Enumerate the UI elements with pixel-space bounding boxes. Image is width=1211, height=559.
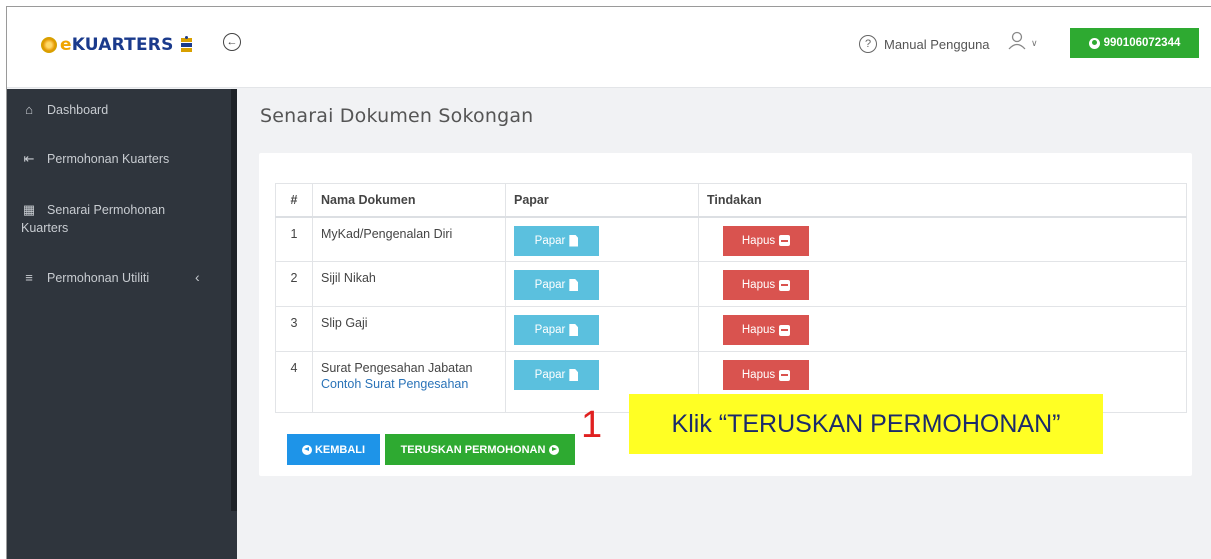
- arrow-left-circle-icon: [301, 444, 312, 455]
- view-label: Papar: [534, 279, 566, 291]
- row-num: 1: [275, 216, 313, 262]
- logo-text: KUARTERS: [71, 35, 174, 55]
- user-id-button[interactable]: 990106072344: [1070, 28, 1199, 58]
- sidebar-item-permohonan-utiliti[interactable]: ≡ Permohonan Utiliti: [21, 269, 221, 287]
- row-doc-name: Sijil Nikah: [312, 261, 506, 307]
- minus-square-icon: [779, 324, 791, 336]
- top-header: eKUARTERS ← ? Manual Pengguna ∨ 99010607…: [7, 7, 1211, 88]
- user-id-label: 990106072344: [1103, 37, 1181, 49]
- delete-label: Hapus: [741, 324, 776, 336]
- sidebar-item-senarai-permohonan[interactable]: ▦ Senarai Permohonan Kuarters: [21, 201, 221, 237]
- sample-letter-link[interactable]: Contoh Surat Pengesahan: [321, 377, 497, 391]
- sidebar-item-permohonan-kuarters[interactable]: ⇤ Permohonan Kuarters: [21, 150, 221, 168]
- file-icon: [569, 234, 579, 247]
- sidebar-item-label: Senarai Permohonan: [47, 203, 166, 217]
- chevron-left-icon: ‹: [195, 269, 200, 285]
- delete-button[interactable]: Hapus: [723, 360, 809, 390]
- help-icon: ?: [859, 35, 877, 53]
- file-icon: [569, 369, 579, 381]
- chevron-down-icon: ∨: [1031, 38, 1038, 48]
- manual-link[interactable]: ? Manual Pengguna: [859, 35, 990, 53]
- step-number: 1: [581, 404, 603, 446]
- user-circle-icon: [1088, 37, 1100, 49]
- view-button[interactable]: Papar: [514, 315, 599, 345]
- header-name: Nama Dokumen: [312, 183, 506, 218]
- table-row: 2 Sijil Nikah Papar Hapus: [275, 261, 1187, 307]
- delete-button[interactable]: Hapus: [723, 270, 809, 300]
- documents-table: # Nama Dokumen Papar Tindakan 1 MyKad/Pe…: [275, 183, 1187, 413]
- view-label: Papar: [534, 324, 566, 336]
- building-icon: ▦: [22, 202, 36, 217]
- sign-in-icon: ⇤: [23, 151, 35, 166]
- minus-square-icon: [779, 235, 791, 246]
- delete-label: Hapus: [741, 234, 776, 247]
- logo-prefix: e: [60, 35, 72, 55]
- view-button[interactable]: Papar: [514, 360, 599, 390]
- delete-label: Hapus: [741, 279, 776, 291]
- file-icon: [569, 279, 579, 291]
- view-button[interactable]: Papar: [514, 270, 599, 300]
- header-action: Tindakan: [698, 183, 1187, 218]
- continue-label: TERUSKAN PERMOHONAN: [400, 443, 546, 456]
- header-num: #: [275, 183, 313, 218]
- row-num: 2: [275, 261, 313, 307]
- table-row: 3 Slip Gaji Papar Hapus: [275, 306, 1187, 352]
- back-label: KEMBALI: [314, 443, 366, 456]
- minus-square-icon: [779, 369, 791, 381]
- arrow-right-circle-icon: [549, 444, 560, 455]
- user-icon: [1008, 31, 1026, 50]
- back-button[interactable]: KEMBALI: [287, 434, 380, 465]
- sidebar-item-label-cont: Kuarters: [21, 221, 69, 235]
- app-logo[interactable]: eKUARTERS: [41, 35, 193, 55]
- view-label: Papar: [534, 369, 566, 381]
- table-row: 1 MyKad/Pengenalan Diri Papar Hapus: [275, 216, 1187, 262]
- row-doc-name-text: Surat Pengesahan Jabatan: [321, 361, 473, 375]
- delete-label: Hapus: [741, 369, 776, 381]
- logo-emblem-icon: [41, 37, 57, 53]
- view-button[interactable]: Papar: [514, 225, 599, 256]
- home-icon: ⌂: [25, 102, 33, 117]
- delete-button[interactable]: Hapus: [723, 315, 809, 345]
- sidebar-toggle-icon[interactable]: ←: [223, 33, 241, 51]
- sidebar-scrollbar[interactable]: [231, 89, 237, 511]
- row-num: 4: [275, 351, 313, 413]
- row-doc-name: MyKad/Pengenalan Diri: [312, 216, 506, 262]
- user-menu[interactable]: ∨: [1007, 31, 1038, 51]
- row-num: 3: [275, 306, 313, 352]
- layers-icon: ≡: [25, 270, 33, 285]
- sidebar-item-label: Dashboard: [47, 103, 109, 117]
- file-icon: [569, 324, 579, 336]
- page-title: Senarai Dokumen Sokongan: [260, 105, 534, 127]
- sidebar-item-label: Permohonan Kuarters: [47, 152, 170, 166]
- header-view: Papar: [505, 183, 699, 218]
- continue-application-button[interactable]: TERUSKAN PERMOHONAN: [385, 434, 575, 465]
- delete-button[interactable]: Hapus: [723, 225, 809, 256]
- app-window: eKUARTERS ← ? Manual Pengguna ∨ 99010607…: [6, 6, 1211, 559]
- row-doc-name: Surat Pengesahan Jabatan Contoh Surat Pe…: [312, 351, 506, 413]
- sidebar-item-dashboard[interactable]: ⌂ Dashboard: [21, 101, 221, 119]
- sidebar: ⌂ Dashboard ⇤ Permohonan Kuarters ▦ Sena…: [7, 89, 237, 559]
- view-label: Papar: [534, 234, 566, 247]
- minus-square-icon: [779, 279, 791, 291]
- crest-icon: [180, 36, 192, 52]
- instruction-callout: Klik “TERUSKAN PERMOHONAN”: [629, 394, 1103, 454]
- sidebar-item-label: Permohonan Utiliti: [47, 271, 150, 285]
- row-doc-name: Slip Gaji: [312, 306, 506, 352]
- manual-label: Manual Pengguna: [884, 36, 990, 52]
